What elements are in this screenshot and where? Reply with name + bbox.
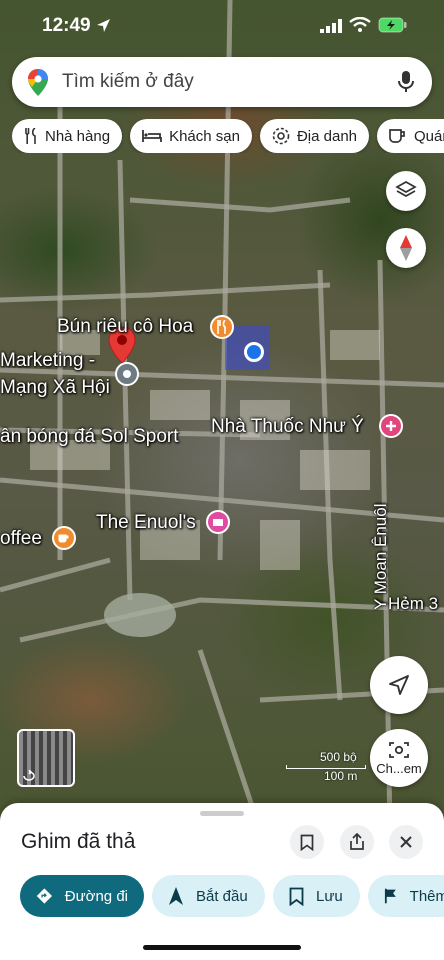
- sheet-grab-handle[interactable]: [200, 811, 244, 816]
- restaurant-poi-icon[interactable]: [210, 315, 234, 339]
- action-buttons: Đường đi Bắt đầu Lưu Thêm: [20, 875, 444, 919]
- wifi-icon: [349, 17, 371, 32]
- compass-icon: [400, 235, 412, 261]
- cellular-signal-icon: [320, 19, 342, 33]
- scale-feet: 500 bộ: [320, 750, 357, 764]
- start-label: Bắt đầu: [196, 887, 248, 905]
- bed-icon: [142, 130, 162, 142]
- map-label-enuol[interactable]: The Enuol's: [96, 512, 196, 534]
- directions-label: Đường đi: [64, 887, 128, 905]
- navigation-arrow-icon: [389, 675, 409, 695]
- close-icon: [400, 836, 412, 848]
- save-button[interactable]: Lưu: [273, 875, 360, 917]
- scale-meters: 100 m: [324, 769, 358, 783]
- layers-icon: [395, 181, 417, 197]
- map-label-marketing-2[interactable]: Mạng Xã Hội: [0, 377, 110, 399]
- map-layers-button[interactable]: [386, 171, 426, 211]
- search-bar[interactable]: Tìm kiếm ở đây: [12, 57, 432, 107]
- my-location-button[interactable]: [370, 656, 428, 714]
- shopping-poi-icon[interactable]: [206, 510, 230, 534]
- chip-label: Nhà hàng: [45, 127, 111, 145]
- map-label-bun-rieu[interactable]: Bún riêu cô Hoa: [57, 316, 193, 338]
- bookmark-icon: [289, 887, 304, 906]
- chip-hotels[interactable]: Khách sạn: [130, 119, 252, 153]
- category-chips: Nhà hàng Khách sạn Địa danh Quán c: [12, 119, 444, 153]
- rotate-icon: [23, 770, 35, 781]
- sheet-title: Ghim đã thả: [21, 830, 136, 853]
- status-bar: 12:49: [0, 0, 444, 52]
- battery-charging-icon: [378, 17, 407, 33]
- map-label-sol-sport[interactable]: ân bóng đá Sol Sport: [0, 426, 179, 448]
- pharmacy-poi-icon[interactable]: [379, 414, 403, 438]
- map-scale: 500 bộ 100 m: [286, 750, 366, 783]
- close-button[interactable]: [389, 825, 423, 859]
- navigation-arrow-icon: [169, 887, 183, 905]
- landmark-icon: [272, 127, 290, 145]
- map-label-marketing-1[interactable]: Marketing -: [0, 350, 95, 372]
- location-arrow-icon: [97, 19, 110, 32]
- chip-landmarks[interactable]: Địa danh: [259, 119, 369, 153]
- place-marker-icon[interactable]: [115, 362, 139, 386]
- current-location-dot: [244, 342, 264, 362]
- search-placeholder: Tìm kiếm ở đây: [62, 71, 194, 92]
- chip-label: Địa danh: [296, 127, 357, 145]
- home-indicator: [143, 945, 301, 950]
- google-maps-pin-icon: [28, 69, 48, 96]
- directions-button[interactable]: Đường đi: [20, 875, 144, 917]
- map-label-nha-thuoc[interactable]: Nhà Thuốc Như Ý: [211, 416, 364, 438]
- bottom-sheet[interactable]: Ghim đã thả Đường đi Bắt đầu Lưu Thêm: [0, 803, 444, 960]
- share-button[interactable]: [340, 825, 374, 859]
- fork-knife-icon: [25, 128, 36, 144]
- bookmark-icon: [300, 834, 314, 851]
- compass-button[interactable]: [386, 228, 426, 268]
- chip-label: Khách sạn: [169, 127, 240, 145]
- chip-cafes[interactable]: Quán c: [377, 119, 444, 153]
- microphone-icon[interactable]: [398, 70, 414, 94]
- save-pin-button[interactable]: [290, 825, 324, 859]
- chip-label: Quán c: [414, 127, 444, 145]
- save-label: Lưu: [316, 887, 343, 905]
- share-icon: [350, 833, 364, 850]
- coffee-cup-icon: [389, 128, 405, 143]
- chip-restaurants[interactable]: Nhà hàng: [12, 119, 123, 153]
- cafe-poi-icon[interactable]: [52, 526, 76, 550]
- map-label-hem[interactable]: Hẻm 3: [388, 594, 438, 614]
- layer-thumbnail[interactable]: [17, 729, 75, 787]
- flag-icon: [384, 888, 396, 904]
- directions-icon: [36, 888, 52, 904]
- status-time: 12:49: [42, 15, 91, 36]
- start-button[interactable]: Bắt đầu: [152, 875, 265, 917]
- map-label-coffee[interactable]: offee: [0, 528, 42, 550]
- more-button[interactable]: Thêm: [368, 875, 444, 917]
- more-label: Thêm: [409, 887, 444, 905]
